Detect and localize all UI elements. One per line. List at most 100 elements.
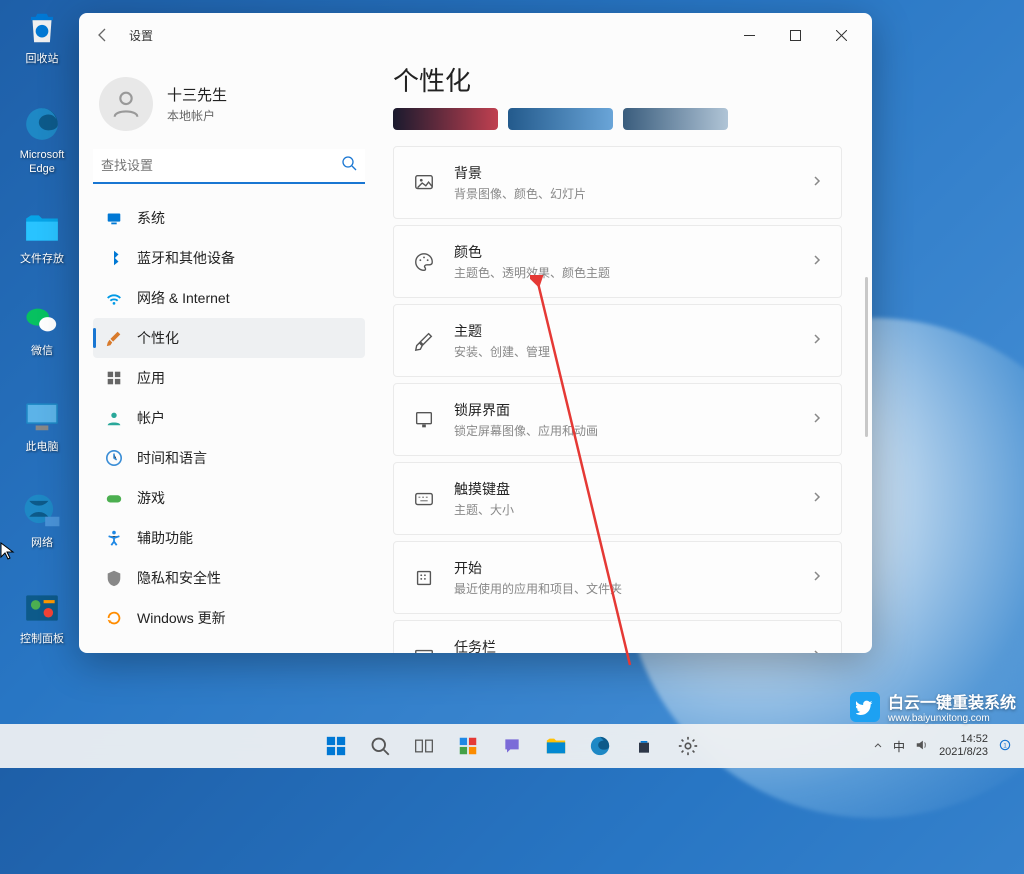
desktop-icon-control-panel[interactable]: 控制面板 — [8, 588, 76, 646]
sidebar-item-apps[interactable]: 应用 — [93, 358, 365, 398]
titlebar: 设置 — [79, 13, 872, 57]
brush-icon — [105, 329, 123, 347]
chevron-right-icon — [811, 332, 823, 350]
accessibility-icon — [105, 529, 123, 547]
system-icon — [105, 209, 123, 227]
sidebar-item-bluetooth[interactable]: 蓝牙和其他设备 — [93, 238, 365, 278]
nav-label: Windows 更新 — [137, 608, 226, 628]
settings-card-start[interactable]: 开始最近使用的应用和项目、文件夹 — [393, 541, 842, 614]
desktop-icon-network[interactable]: 网络 — [8, 492, 76, 550]
sidebar-item-account[interactable]: 帐户 — [93, 398, 365, 438]
lock-icon — [412, 408, 436, 432]
nav-label: 隐私和安全性 — [137, 568, 221, 588]
settings-card-taskbar[interactable]: 任务栏任务栏行为、系统固定 — [393, 620, 842, 653]
sidebar-item-brush[interactable]: 个性化 — [93, 318, 365, 358]
wifi-icon — [105, 289, 123, 307]
card-desc: 最近使用的应用和项目、文件夹 — [454, 580, 793, 597]
pc-icon — [22, 396, 62, 436]
sidebar-item-time[interactable]: 时间和语言 — [93, 438, 365, 478]
nav: 系统蓝牙和其他设备网络 & Internet个性化应用帐户时间和语言游戏辅助功能… — [93, 198, 365, 639]
edge-taskbar[interactable] — [580, 726, 620, 766]
settings-window: 设置 十三先生 本地帐户 系统蓝牙和其他设备网络 & Internet个性化应用… — [79, 13, 872, 653]
desktop-icon-recycle-bin[interactable]: 回收站 — [8, 8, 76, 66]
chevron-right-icon — [811, 253, 823, 271]
sidebar-item-system[interactable]: 系统 — [93, 198, 365, 238]
folder-icon — [22, 208, 62, 248]
update-icon — [105, 609, 123, 627]
sidebar-item-wifi[interactable]: 网络 & Internet — [93, 278, 365, 318]
start-icon — [412, 566, 436, 590]
chat[interactable] — [492, 726, 532, 766]
notifications-icon[interactable]: 1 — [998, 738, 1012, 755]
picture-icon — [412, 171, 436, 195]
taskbar: 中 14:52 2021/8/23 1 — [0, 724, 1024, 768]
settings-card-palette[interactable]: 颜色主题色、透明效果、颜色主题 — [393, 225, 842, 298]
minimize-button[interactable] — [726, 19, 772, 51]
theme-thumb[interactable] — [508, 108, 613, 130]
back-button[interactable] — [87, 19, 119, 51]
settings-taskbar[interactable] — [668, 726, 708, 766]
nav-label: 蓝牙和其他设备 — [137, 248, 235, 268]
time-icon — [105, 449, 123, 467]
sidebar: 十三先生 本地帐户 系统蓝牙和其他设备网络 & Internet个性化应用帐户时… — [79, 57, 379, 653]
close-button[interactable] — [818, 19, 864, 51]
sidebar-item-game[interactable]: 游戏 — [93, 478, 365, 518]
desktop-icon-edge[interactable]: Microsoft Edge — [8, 104, 76, 177]
sidebar-item-accessibility[interactable]: 辅助功能 — [93, 518, 365, 558]
wechat-icon — [22, 300, 62, 340]
brush2-icon — [412, 329, 436, 353]
settings-card-brush2[interactable]: 主题安装、创建、管理 — [393, 304, 842, 377]
widgets[interactable] — [448, 726, 488, 766]
chevron-right-icon — [811, 648, 823, 654]
card-desc: 安装、创建、管理 — [454, 343, 793, 360]
chevron-right-icon — [811, 411, 823, 429]
settings-card-lock[interactable]: 锁屏界面锁定屏幕图像、应用和动画 — [393, 383, 842, 456]
edge-icon — [22, 104, 62, 144]
system-clock[interactable]: 14:52 2021/8/23 — [939, 733, 988, 759]
ime-icon[interactable]: 中 — [893, 738, 905, 755]
scrollbar[interactable] — [865, 277, 868, 437]
card-title: 背景 — [454, 163, 793, 183]
main-content: 个性化 背景背景图像、颜色、幻灯片颜色主题色、透明效果、颜色主题主题安装、创建、… — [379, 57, 872, 653]
task-view[interactable] — [404, 726, 444, 766]
maximize-button[interactable] — [772, 19, 818, 51]
tray-chevron-icon[interactable] — [873, 740, 883, 753]
taskbar-search[interactable] — [360, 726, 400, 766]
theme-thumb[interactable] — [623, 108, 728, 130]
theme-thumb[interactable] — [393, 108, 498, 130]
card-title: 开始 — [454, 558, 793, 578]
volume-icon[interactable] — [915, 738, 929, 755]
chevron-right-icon — [811, 490, 823, 508]
settings-card-picture[interactable]: 背景背景图像、颜色、幻灯片 — [393, 146, 842, 219]
privacy-icon — [105, 569, 123, 587]
card-desc: 背景图像、颜色、幻灯片 — [454, 185, 793, 202]
window-title: 设置 — [129, 27, 153, 44]
sidebar-item-update[interactable]: Windows 更新 — [93, 598, 365, 638]
file-explorer[interactable] — [536, 726, 576, 766]
user-type: 本地帐户 — [167, 107, 227, 124]
search-input[interactable] — [101, 158, 341, 173]
user-block[interactable]: 十三先生 本地帐户 — [93, 65, 365, 149]
desktop-icon-wechat[interactable]: 微信 — [8, 300, 76, 358]
control-panel-icon — [22, 588, 62, 628]
nav-label: 帐户 — [137, 408, 165, 428]
search-box[interactable] — [93, 149, 365, 184]
card-title: 颜色 — [454, 242, 793, 262]
nav-label: 辅助功能 — [137, 528, 193, 548]
start-button[interactable] — [316, 726, 356, 766]
desktop-icon-files[interactable]: 文件存放 — [8, 208, 76, 266]
search-icon — [341, 155, 357, 176]
desktop-icon-this-pc[interactable]: 此电脑 — [8, 396, 76, 454]
watermark-logo-icon — [850, 692, 880, 722]
nav-label: 系统 — [137, 208, 165, 228]
nav-label: 游戏 — [137, 488, 165, 508]
settings-card-keyboard[interactable]: 触摸键盘主题、大小 — [393, 462, 842, 535]
card-title: 锁屏界面 — [454, 400, 793, 420]
store[interactable] — [624, 726, 664, 766]
sidebar-item-privacy[interactable]: 隐私和安全性 — [93, 558, 365, 598]
card-desc: 主题色、透明效果、颜色主题 — [454, 264, 793, 281]
nav-label: 时间和语言 — [137, 448, 207, 468]
chevron-right-icon — [811, 174, 823, 192]
card-title: 主题 — [454, 321, 793, 341]
svg-text:1: 1 — [1003, 742, 1007, 749]
